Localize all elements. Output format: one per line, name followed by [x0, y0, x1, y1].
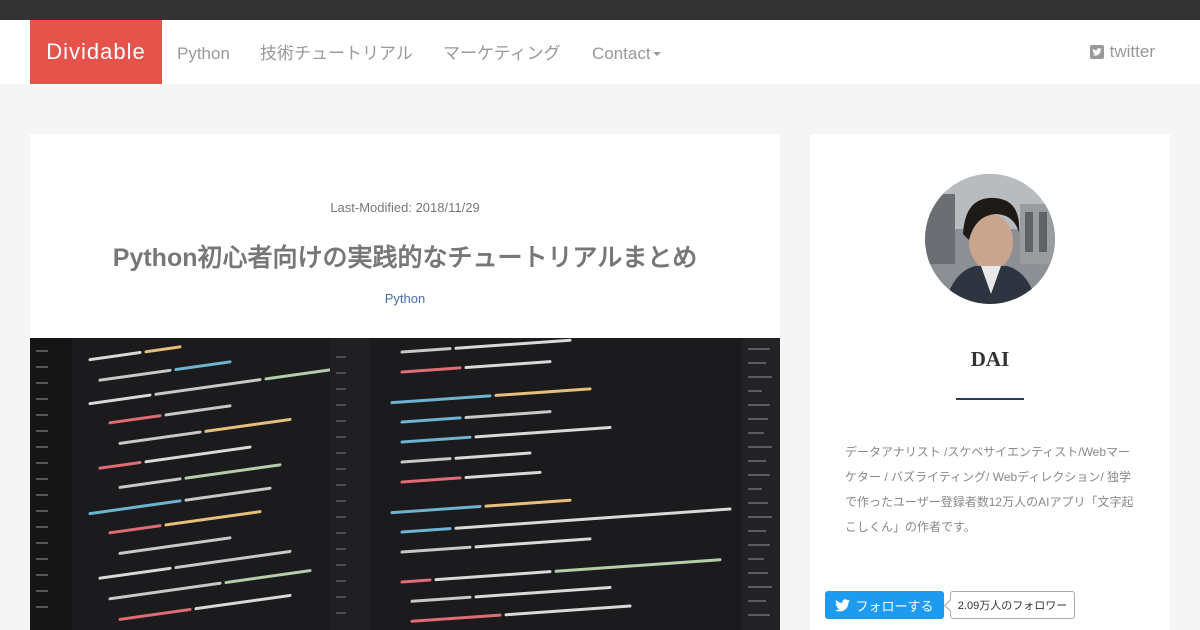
category-link[interactable]: Python [30, 291, 780, 306]
brand-logo[interactable]: Dividable [30, 20, 162, 84]
nav-item-contact-label: Contact [592, 44, 651, 63]
hero-image [30, 338, 780, 630]
nav-item-python[interactable]: Python [177, 20, 230, 84]
nav-item-contact[interactable]: Contact [592, 20, 661, 84]
follower-count-badge[interactable]: 2.09万人のフォロワー [950, 591, 1075, 619]
follow-button-label: フォローする [855, 598, 934, 614]
last-modified: Last-Modified: 2018/11/29 [330, 200, 480, 215]
twitter-bird-icon [835, 598, 851, 611]
twitter-follow-button[interactable]: フォローする [825, 591, 944, 619]
twitter-square-icon [1089, 45, 1104, 59]
nav-item-marketing[interactable]: マーケティング [443, 20, 561, 84]
author-sidebar: DAI データアナリスト /スケベサイエンティスト/Webマーケター / バズラ… [810, 134, 1170, 630]
navbar: Dividable Python 技術チュートリアル マーケティング Conta… [0, 20, 1200, 84]
top-bar [0, 0, 1200, 20]
nav-item-tech-tutorial[interactable]: 技術チュートリアル [260, 20, 413, 84]
author-name: DAI [970, 347, 1010, 371]
name-divider [956, 398, 1024, 400]
article-title: Python初心者向けの実践的なチュートリアルまとめ [112, 244, 698, 272]
avatar [925, 174, 1055, 304]
author-bio: データアナリスト /スケベサイエンティスト/Webマーケター / バズライティン… [845, 445, 1134, 534]
twitter-link-label: twitter [1109, 42, 1155, 61]
article-card: Last-Modified: 2018/11/29 Python初心者向けの実践… [30, 134, 780, 630]
caret-down-icon [652, 51, 661, 56]
twitter-link[interactable]: twitter [1089, 20, 1155, 84]
